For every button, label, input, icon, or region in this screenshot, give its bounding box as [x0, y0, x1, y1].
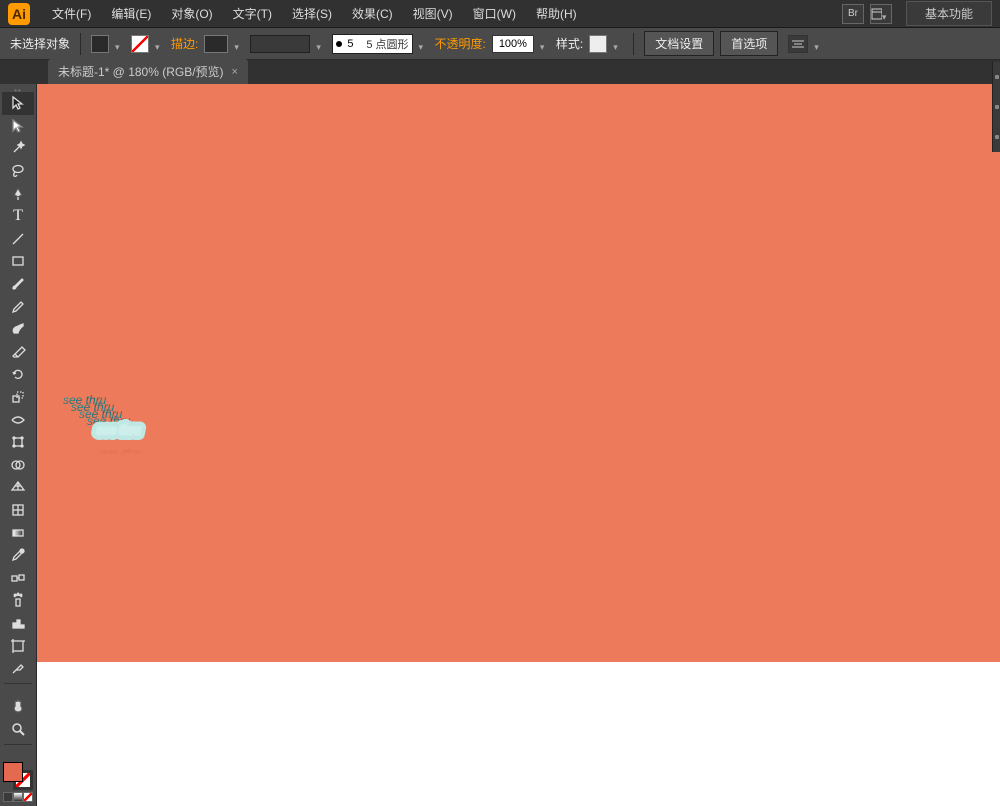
- app-logo: Ai: [8, 3, 30, 25]
- rotate-tool[interactable]: [2, 363, 34, 386]
- column-graph-tool[interactable]: [2, 612, 34, 635]
- panel-icon[interactable]: [995, 75, 999, 79]
- color-mode-solid[interactable]: [3, 792, 13, 802]
- color-mode-buttons: [0, 792, 36, 802]
- style-dd[interactable]: [613, 39, 623, 49]
- toolbox: •• T: [0, 84, 37, 806]
- pen-tool[interactable]: [2, 182, 34, 205]
- artboard: see thru see thru see thru see thru see …: [37, 84, 1000, 662]
- artboard-tool[interactable]: [2, 634, 34, 657]
- svg-text:see thru: see thru: [95, 448, 145, 456]
- menu-object[interactable]: 对象(O): [161, 1, 222, 26]
- workspace-switcher[interactable]: 基本功能: [906, 1, 992, 26]
- artwork-3d-text: see thru see thru see thru see thru see …: [37, 84, 1000, 662]
- width-tool[interactable]: [2, 408, 34, 431]
- tab-close-button[interactable]: ×: [232, 66, 238, 78]
- document-tab[interactable]: 未标题-1* @ 180% (RGB/预览) ×: [48, 59, 248, 84]
- style-label: 样式:: [556, 35, 583, 52]
- panel-icon[interactable]: [995, 135, 999, 139]
- perspective-grid-tool[interactable]: [2, 476, 34, 499]
- var-width-dd[interactable]: [316, 39, 326, 49]
- free-transform-tool[interactable]: [2, 431, 34, 454]
- type-tool[interactable]: T: [2, 205, 34, 228]
- eraser-tool[interactable]: [2, 341, 34, 364]
- menu-bar: Ai 文件(F) 编辑(E) 对象(O) 文字(T) 选择(S) 效果(C) 视…: [0, 0, 1000, 28]
- line-tool[interactable]: [2, 228, 34, 251]
- blend-tool[interactable]: [2, 566, 34, 589]
- shape-builder-tool[interactable]: [2, 454, 34, 477]
- svg-text:see thru: see thru: [97, 423, 141, 437]
- align-button[interactable]: [788, 35, 808, 53]
- hand-tool[interactable]: [2, 695, 34, 718]
- menu-effect[interactable]: 效果(C): [342, 1, 403, 26]
- zoom-tool[interactable]: [2, 718, 34, 741]
- selection-tool[interactable]: [2, 92, 34, 115]
- arrange-docs-button[interactable]: [870, 4, 892, 24]
- fill-color-indicator[interactable]: [3, 762, 23, 782]
- document-tab-title: 未标题-1* @ 180% (RGB/预览): [58, 63, 224, 80]
- magic-wand-tool[interactable]: [2, 137, 34, 160]
- selection-status: 未选择对象: [10, 35, 70, 52]
- color-mode-none[interactable]: [23, 792, 33, 802]
- preferences-button[interactable]: 首选项: [720, 31, 778, 56]
- stroke-label: 描边:: [171, 35, 198, 52]
- panel-dock[interactable]: [992, 62, 1000, 152]
- panel-icon[interactable]: [995, 105, 999, 109]
- var-width-profile[interactable]: [250, 35, 310, 53]
- scale-tool[interactable]: [2, 386, 34, 409]
- brush-dd[interactable]: [419, 39, 429, 49]
- menu-select[interactable]: 选择(S): [282, 1, 342, 26]
- fill-swatch[interactable]: [91, 35, 109, 53]
- menu-view[interactable]: 视图(V): [403, 1, 463, 26]
- pencil-tool[interactable]: [2, 295, 34, 318]
- opacity-dd[interactable]: [540, 39, 550, 49]
- document-setup-button[interactable]: 文档设置: [644, 31, 714, 56]
- opacity-label: 不透明度:: [435, 35, 486, 52]
- menu-edit[interactable]: 编辑(E): [101, 1, 161, 26]
- slice-tool[interactable]: [2, 657, 34, 680]
- fill-dropdown[interactable]: [115, 39, 125, 49]
- brush-name: 5 点圆形: [366, 36, 408, 52]
- align-dd[interactable]: [814, 39, 824, 49]
- menu-file[interactable]: 文件(F): [42, 1, 101, 26]
- paintbrush-tool[interactable]: [2, 273, 34, 296]
- lasso-tool[interactable]: [2, 160, 34, 183]
- menu-window[interactable]: 窗口(W): [463, 1, 526, 26]
- blob-brush-tool[interactable]: [2, 318, 34, 341]
- document-tab-bar: 未标题-1* @ 180% (RGB/预览) ×: [0, 60, 1000, 84]
- fill-stroke-indicator[interactable]: [3, 762, 33, 790]
- eyedropper-tool[interactable]: [2, 544, 34, 567]
- style-swatch[interactable]: [589, 35, 607, 53]
- stroke-dropdown[interactable]: [155, 39, 165, 49]
- direct-select-tool[interactable]: [2, 115, 34, 138]
- rectangle-tool[interactable]: [2, 250, 34, 273]
- stroke-weight-dd[interactable]: [234, 39, 244, 49]
- menu-type[interactable]: 文字(T): [223, 1, 282, 26]
- brush-size-input[interactable]: [345, 35, 363, 53]
- control-bar: 未选择对象 描边: 5 点圆形 不透明度: 样式: 文档设置 首选项: [0, 28, 1000, 60]
- color-mode-gradient[interactable]: [13, 792, 23, 802]
- bridge-button[interactable]: Br: [842, 4, 864, 24]
- brush-dot-icon: [336, 41, 342, 47]
- menu-help[interactable]: 帮助(H): [526, 1, 587, 26]
- mesh-tool[interactable]: [2, 499, 34, 522]
- gradient-tool[interactable]: [2, 521, 34, 544]
- stroke-swatch[interactable]: [131, 35, 149, 53]
- symbol-sprayer-tool[interactable]: [2, 589, 34, 612]
- opacity-input[interactable]: [492, 35, 534, 53]
- stroke-weight-menu[interactable]: [204, 35, 228, 53]
- canvas[interactable]: see thru see thru see thru see thru see …: [37, 84, 1000, 806]
